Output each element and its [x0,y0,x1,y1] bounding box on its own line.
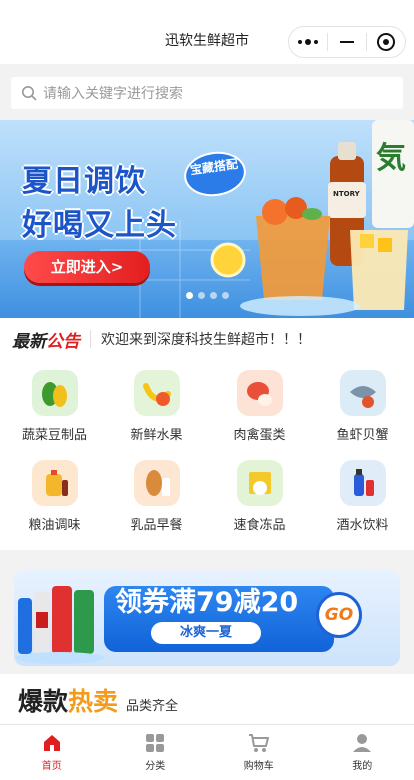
category-item[interactable]: 乳品早餐 [105,460,208,533]
tab-cart[interactable]: 购物车 [207,725,311,780]
announcement-logo: 最新公告 [12,327,80,352]
tab-label: 首页 [41,761,62,772]
category-item[interactable]: 新鲜水果 [105,370,208,443]
category-label: 乳品早餐 [130,518,183,533]
coupon-subtitle: 冰爽一夏 [151,622,261,644]
announcement-divider [90,330,91,348]
svg-text:気: 気 [376,141,406,176]
hot-section-header: 爆款 热卖 品类齐全 [0,674,414,724]
carousel-dot[interactable] [222,292,229,299]
category-label: 速食冻品 [233,518,286,533]
banner-headline-2: 好喝又上头 [22,208,177,243]
category-item[interactable]: 蔬菜豆制品 [3,370,106,443]
category-icon [146,734,165,752]
fruit-icon [133,370,180,416]
close-button[interactable] [367,27,405,57]
oil-icon [31,460,78,506]
banner-headline-1: 夏日调饮 [22,164,146,199]
category-item[interactable]: 肉禽蛋类 [208,370,311,443]
carousel-dot[interactable] [198,292,205,299]
tab-home[interactable]: 首页 [0,725,104,780]
hot-title-part1: 爆款 [18,687,69,716]
meat-icon [236,370,283,416]
top-nav-bar: 迅软生鲜超市 [0,0,414,64]
minus-icon [340,41,354,43]
category-item[interactable]: 酒水饮料 [311,460,414,533]
category-label: 肉禽蛋类 [233,428,286,443]
announcement-logo-part1: 最新 [12,331,46,352]
search-icon [22,86,37,101]
tab-label: 购物车 [243,761,274,772]
user-icon [353,734,372,752]
hot-title-part2: 热卖 [68,687,119,716]
category-label: 酒水饮料 [336,518,389,533]
carousel-dot[interactable] [210,292,217,299]
category-item[interactable]: 速食冻品 [208,460,311,533]
target-icon [377,33,395,51]
enter-now-button[interactable]: 立即进入> [24,251,150,283]
announcement-bar[interactable]: 最新公告 欢迎来到深度科技生鲜超市！！！ [0,318,414,360]
category-item[interactable]: 鱼虾贝蟹 [311,370,414,443]
tab-label: 分类 [145,761,166,772]
search-bar: 请输入关键字进行搜索 [0,64,414,120]
home-icon [43,735,60,751]
category-grid: 蔬菜豆制品 新鲜水果 肉禽蛋类 鱼虾贝蟹 粮油调味 乳品早餐 速食冻品 酒水饮料 [0,360,414,550]
minimize-button[interactable] [328,27,366,57]
tab-category[interactable]: 分类 [104,725,208,780]
beverages-illustration [16,586,104,664]
more-menu-button[interactable] [289,27,327,57]
vegetable-icon [31,370,78,416]
mini-program-capsule [288,26,406,58]
svg-text:NTORY: NTORY [333,190,361,198]
go-button[interactable]: GO [316,592,362,638]
category-label: 鱼虾贝蟹 [336,428,389,443]
announcement-logo-part2: 公告 [46,331,80,352]
drink-icon [339,460,386,506]
tab-label: 我的 [352,761,373,772]
carousel-dot[interactable] [186,292,193,299]
promo-section: 领券满79减20 冰爽一夏 GO [0,550,414,674]
more-dots-icon [298,39,318,45]
search-input[interactable]: 请输入关键字进行搜索 [11,77,403,109]
bottom-tab-bar: 首页 分类 购物车 我的 [0,724,414,780]
search-placeholder: 请输入关键字进行搜索 [43,86,183,102]
coupon-title: 领券满79减20 [115,587,299,618]
bread-icon [133,460,180,506]
cart-icon [248,734,269,752]
category-label: 蔬菜豆制品 [21,428,87,443]
category-label: 粮油调味 [28,518,81,533]
category-label: 新鲜水果 [130,428,183,443]
frozen-food-icon [236,460,283,506]
carousel-indicators [186,292,229,299]
banner-carousel[interactable]: NTORY 気 夏日调饮 好喝又上头 宝藏搭配 立即进入> [0,120,414,318]
hot-subtitle: 品类齐全 [126,699,179,714]
seafood-icon [339,370,386,416]
category-item[interactable]: 粮油调味 [3,460,106,533]
tab-mine[interactable]: 我的 [311,725,414,780]
announcement-text: 欢迎来到深度科技生鲜超市！！！ [101,332,311,348]
